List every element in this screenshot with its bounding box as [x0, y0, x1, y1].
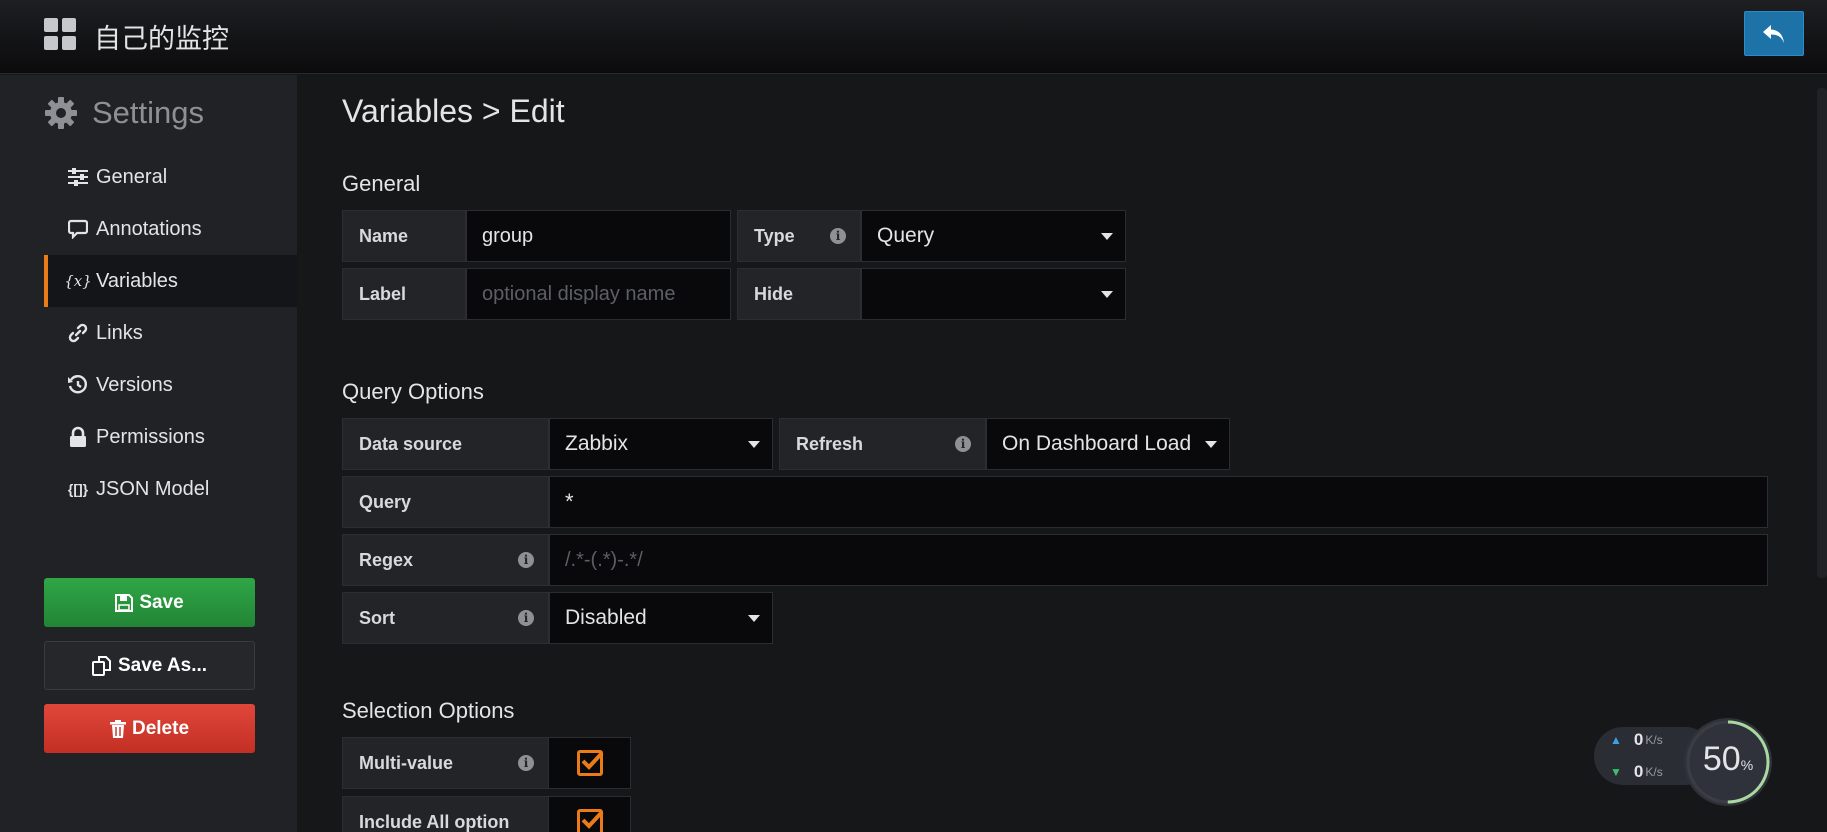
json-icon: {[]} — [67, 481, 89, 497]
sliders-icon — [66, 165, 90, 189]
comment-icon — [66, 217, 90, 241]
caret-down-icon — [1205, 441, 1217, 448]
sidebar-item-label: Annotations — [96, 217, 202, 240]
multi-value-checkbox[interactable] — [548, 737, 631, 789]
arrow-up-icon: ▲ — [1610, 733, 1622, 747]
sort-label: Sort i — [342, 592, 549, 644]
sidebar-item-label: Permissions — [96, 425, 205, 448]
dashboard-grid-icon[interactable] — [44, 18, 76, 50]
floppy-disk-icon — [115, 593, 134, 612]
network-speed-widget[interactable]: ▲ 0 K/s ▼ 0 K/s 50% — [1594, 718, 1772, 806]
sidebar-item-label: Variables — [96, 269, 178, 292]
regex-input[interactable]: /.*-(.*)-.*/ — [549, 534, 1768, 586]
query-input[interactable]: * — [549, 476, 1768, 528]
download-speed: ▼ 0 K/s — [1610, 762, 1663, 781]
checkbox-checked-icon — [576, 750, 603, 776]
arrow-down-icon: ▼ — [1610, 765, 1622, 779]
lock-icon — [66, 425, 90, 449]
checkbox-checked-icon — [576, 809, 603, 832]
dashboard-title[interactable]: 自己的监控 — [94, 17, 229, 56]
sort-select[interactable]: Disabled — [549, 592, 773, 644]
save-as-button[interactable]: Save As... — [44, 641, 255, 690]
usage-gauge: 50% — [1684, 718, 1772, 806]
page-title: Variables > Edit — [342, 93, 565, 129]
label-label: Label — [342, 268, 466, 320]
sidebar-item-links[interactable]: Links — [44, 307, 297, 359]
info-icon[interactable]: i — [518, 755, 534, 771]
datasource-select[interactable]: Zabbix — [549, 418, 773, 470]
general-section-heading: General — [342, 171, 421, 196]
refresh-select[interactable]: On Dashboard Load — [986, 418, 1230, 470]
upload-speed: ▲ 0 K/s — [1610, 730, 1663, 749]
sidebar-item-variables[interactable]: {x} Variables — [44, 255, 297, 307]
caret-down-icon — [1101, 233, 1113, 240]
include-all-checkbox[interactable] — [548, 796, 631, 832]
multi-value-label: Multi-value i — [342, 737, 549, 789]
type-label: Type i — [737, 210, 861, 262]
label-input[interactable]: optional display name — [466, 268, 731, 320]
hide-label: Hide — [737, 268, 861, 320]
settings-heading: Settings — [44, 95, 204, 131]
gear-icon — [45, 97, 77, 129]
caret-down-icon — [748, 615, 760, 622]
refresh-label: Refresh i — [779, 418, 986, 470]
save-as-label: Save As... — [117, 654, 208, 676]
copy-icon — [91, 655, 112, 676]
sidebar-item-label: General — [96, 165, 168, 188]
regex-label: Regex i — [342, 534, 549, 586]
top-navbar: 自己的监控 — [0, 0, 1827, 74]
sidebar-item-label: Links — [96, 321, 143, 344]
sidebar-item-annotations[interactable]: Annotations — [44, 203, 297, 255]
hide-select[interactable] — [861, 268, 1126, 320]
sidebar-item-json-model[interactable]: {[]} JSON Model — [44, 463, 297, 515]
include-all-label: Include All option — [342, 796, 549, 832]
info-icon[interactable]: i — [518, 610, 534, 626]
delete-button[interactable]: Delete — [44, 704, 255, 753]
info-icon[interactable]: i — [955, 436, 971, 452]
save-button[interactable]: Save — [44, 578, 255, 627]
settings-sidebar: Settings General Annotations {x} Variabl… — [0, 75, 297, 832]
datasource-label: Data source — [342, 418, 549, 470]
sidebar-item-versions[interactable]: Versions — [44, 359, 297, 411]
info-icon[interactable]: i — [830, 228, 846, 244]
usage-percent: 50% — [1702, 740, 1754, 778]
variable-icon: {x} — [64, 272, 92, 290]
query-label: Query — [342, 476, 549, 528]
selection-options-heading: Selection Options — [342, 698, 515, 723]
link-icon — [66, 321, 90, 345]
caret-down-icon — [748, 441, 760, 448]
sidebar-item-general[interactable]: General — [44, 151, 297, 203]
back-button[interactable] — [1744, 11, 1804, 56]
sidebar-item-permissions[interactable]: Permissions — [44, 411, 297, 463]
delete-label: Delete — [131, 717, 190, 739]
history-icon — [66, 373, 90, 397]
caret-down-icon — [1101, 291, 1113, 298]
save-label: Save — [139, 591, 184, 613]
vertical-scrollbar[interactable] — [1817, 88, 1827, 578]
info-icon[interactable]: i — [518, 552, 534, 568]
settings-title: Settings — [92, 95, 205, 130]
sidebar-item-label: JSON Model — [96, 477, 210, 500]
name-label: Name — [342, 210, 466, 262]
sidebar-item-label: Versions — [96, 373, 173, 396]
name-input[interactable]: group — [466, 210, 731, 262]
trash-icon — [109, 719, 126, 738]
return-arrow-icon — [1763, 24, 1784, 43]
query-options-heading: Query Options — [342, 379, 484, 404]
type-select[interactable]: Query — [861, 210, 1126, 262]
